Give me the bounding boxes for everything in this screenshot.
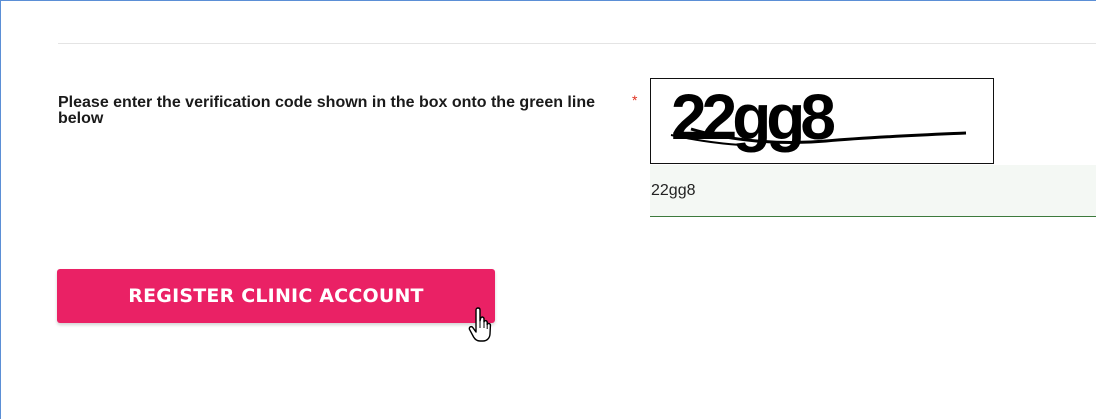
captcha-noise-line [670,127,967,146]
captcha-prompt-label: Please enter the verification code shown… [58,94,595,127]
section-divider [58,43,1096,44]
register-clinic-account-button[interactable]: REGISTER CLINIC ACCOUNT [57,269,495,323]
required-marker: * [632,92,638,108]
hand-pointer-icon [468,307,492,342]
captcha-image: 22gg8 [650,78,994,164]
verification-code-input[interactable] [650,165,1096,217]
form-panel: Please enter the verification code shown… [0,0,1096,419]
